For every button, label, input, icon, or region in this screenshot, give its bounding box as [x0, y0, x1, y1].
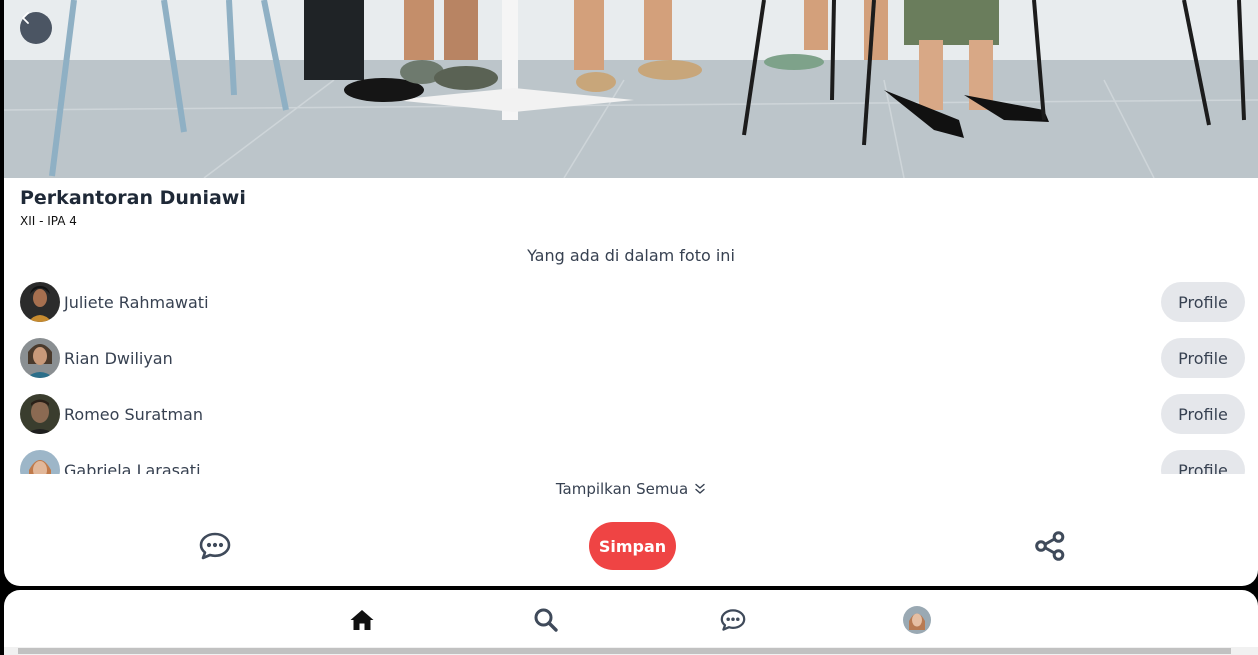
share-nodes-icon [1035, 531, 1065, 561]
avatar [903, 606, 931, 634]
search-icon [534, 608, 558, 632]
double-chevron-down-icon [695, 483, 705, 494]
bottom-navigation [4, 590, 1258, 655]
person-name: Gabriela Larasati [64, 460, 201, 475]
tagged-heading: Yang ada di dalam foto ini [527, 246, 735, 265]
avatar [20, 394, 60, 434]
comment-dots-icon [199, 532, 231, 560]
comment-dots-icon [720, 609, 746, 631]
avatar [20, 338, 60, 378]
horizontal-scrollbar[interactable] [4, 647, 1258, 655]
show-all-label: Tampilkan Semua [555, 480, 689, 498]
list-item: Romeo Suratman Profile [20, 386, 1245, 442]
chevron-left-icon [22, 12, 29, 24]
nav-messages[interactable] [719, 606, 747, 634]
post-detail-card: Perkantoran Duniawi XII - IPA 4 Yang ada… [4, 0, 1258, 586]
post-title: Perkantoran Duniawi [20, 187, 246, 209]
avatar [20, 450, 60, 474]
profile-button[interactable]: Profile [1161, 282, 1245, 322]
list-item: Rian Dwiliyan Profile [20, 330, 1245, 386]
profile-button[interactable]: Profile [1161, 394, 1245, 434]
nav-home[interactable] [348, 606, 376, 634]
home-icon [350, 610, 374, 630]
save-button[interactable]: Simpan [589, 522, 676, 570]
back-button[interactable] [20, 12, 52, 44]
profile-button[interactable]: Profile [1161, 338, 1245, 378]
person-name: Rian Dwiliyan [64, 348, 173, 368]
post-action-bar: Simpan [4, 522, 1258, 570]
show-all-button[interactable]: Tampilkan Semua [4, 480, 1258, 498]
comment-button[interactable] [199, 531, 231, 561]
post-class: XII - IPA 4 [20, 214, 77, 228]
list-item: Juliete Rahmawati Profile [20, 274, 1245, 330]
list-item: Gabriela Larasati Profile [20, 442, 1245, 474]
tagged-people-list: Juliete Rahmawati Profile Rian Dwiliyan … [4, 274, 1258, 474]
profile-button[interactable]: Profile [1161, 450, 1245, 474]
post-photo [4, 0, 1258, 178]
share-button[interactable] [1034, 531, 1066, 561]
nav-search[interactable] [532, 606, 560, 634]
avatar [20, 282, 60, 322]
person-name: Juliete Rahmawati [64, 292, 209, 312]
nav-profile[interactable] [903, 606, 931, 634]
photo-illustration [4, 0, 1258, 178]
scrollbar-thumb[interactable] [18, 648, 1231, 654]
person-name: Romeo Suratman [64, 404, 203, 424]
